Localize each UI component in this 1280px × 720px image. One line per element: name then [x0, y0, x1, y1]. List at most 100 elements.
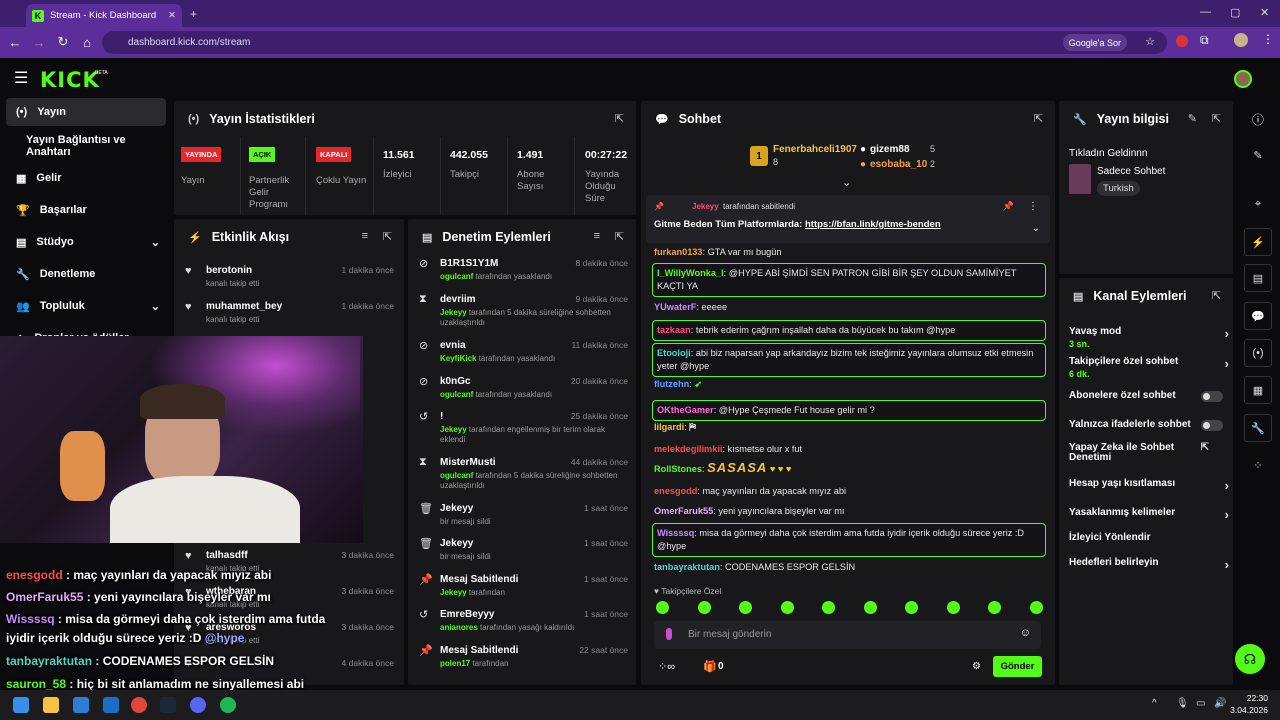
chat-username[interactable]: I_WillyWonka_I [657, 268, 724, 278]
support-headset-icon[interactable]: ☊ [1235, 644, 1265, 674]
chat-input[interactable]: Bir mesaj gönderin ☺ [654, 621, 1041, 649]
chat-username[interactable]: tanbayraktutan [654, 562, 720, 572]
channel-action-item[interactable]: Yalnızca ifadelerle sohbet [1069, 419, 1229, 431]
channel-action-item[interactable]: Abonelere özel sohbet [1069, 390, 1229, 402]
bookmark-star-icon[interactable]: ☆ [1145, 35, 1155, 48]
pinned-link[interactable]: https://bfan.link/gitme-benden [805, 219, 941, 230]
tools-rail-button[interactable]: 🔧 [1244, 414, 1272, 442]
channel-action-item[interactable]: Hedefleri belirleyin › [1069, 557, 1229, 572]
channel-action-item[interactable]: Hesap yaşı kısıtlaması › [1069, 478, 1229, 493]
moderation-target[interactable]: ! [440, 411, 443, 422]
info-icon[interactable]: ⓘ [1252, 111, 1264, 128]
filter-icon[interactable]: ≡ [362, 230, 368, 242]
sidebar-item-gelir[interactable]: ▦ Gelir [6, 164, 166, 192]
profile-avatar[interactable] [1234, 33, 1248, 47]
popout-icon[interactable]: ⇱ [383, 230, 392, 243]
moderator-name[interactable]: Jekeyy [440, 308, 467, 317]
emote-icon[interactable] [656, 601, 669, 614]
moderator-name[interactable]: Jekeyy [440, 425, 467, 434]
top-user-1[interactable]: Fenerbahceli1907 [773, 144, 857, 155]
close-window-icon[interactable]: ✕ [1260, 6, 1269, 19]
chat-username[interactable]: Wissssq [657, 528, 694, 538]
edit-icon[interactable]: ✎ [1188, 112, 1197, 125]
chat-username[interactable]: OKtheGamer [657, 405, 714, 415]
maximize-icon[interactable]: ▢ [1230, 6, 1240, 19]
sidebar-item-studyo[interactable]: ▤ Stüdyo ⌄ [6, 228, 166, 256]
sidebar-item-denetleme[interactable]: 🔧 Denetleme [6, 260, 166, 288]
moderator-name[interactable]: KeyfiKick [440, 354, 476, 363]
new-tab-icon[interactable]: + [190, 7, 197, 21]
popout-icon[interactable]: ⇱ [1034, 112, 1043, 125]
chat-username[interactable]: Etooloji [657, 348, 691, 358]
edit-rail-button[interactable]: ✎ [1244, 141, 1272, 169]
popout-icon[interactable]: ⇱ [615, 112, 624, 125]
channel-points-icon[interactable]: ⁘∞ [658, 660, 675, 673]
activity-user[interactable]: muhammet_bey [206, 301, 282, 312]
browser-tab[interactable]: K Stream - Kick Dashboard ✕ [26, 4, 182, 27]
filter-icon[interactable]: ≡ [594, 230, 600, 242]
moderation-target[interactable]: Jekeyy [440, 503, 473, 514]
moderator-name[interactable]: anianores [440, 623, 478, 632]
home-icon[interactable]: ⌂ [76, 31, 98, 53]
chrome-icon[interactable] [131, 697, 147, 713]
mic-tray-icon[interactable]: 🎙 [1176, 698, 1189, 709]
expand-gifters-icon[interactable]: ⌄ [842, 176, 851, 189]
settings-gear-icon[interactable]: ⚙ [972, 661, 981, 672]
volume-icon[interactable]: 🔊 [1214, 698, 1226, 709]
category-name[interactable]: Sadece Sohbet [1097, 166, 1165, 177]
more-icon[interactable]: ⋮ [1028, 201, 1038, 212]
hamburger-menu-icon[interactable]: ☰ [14, 68, 28, 88]
moderator-name[interactable]: polen17 [440, 659, 470, 668]
chat-username[interactable]: lilgardi [654, 422, 684, 432]
moderation-target[interactable]: devriim [440, 294, 476, 305]
extension-icon[interactable] [1176, 35, 1188, 47]
sidebar-item-stream-key[interactable]: Yayın Bağlantısı ve Anahtarı [6, 132, 166, 160]
emote-icon[interactable] [780, 601, 794, 614]
channel-action-item[interactable]: Yasaklanmış kelimeler › [1069, 507, 1229, 522]
forward-icon[interactable]: → [28, 31, 50, 53]
user-avatar[interactable] [1234, 70, 1252, 88]
chat-username[interactable]: YUwaterF [654, 302, 696, 312]
back-icon[interactable]: ← [4, 31, 26, 53]
network-icon[interactable]: ▭ [1196, 698, 1205, 709]
kick-logo[interactable]: KICK [40, 68, 100, 92]
activity-user[interactable]: berotonin [206, 265, 252, 276]
channel-action-item[interactable]: Yapay Zeka ile Sohbet Denetimi ⇱ [1069, 443, 1209, 463]
sidebar-item-yayin[interactable]: (•) Yayın [6, 98, 166, 126]
popout-icon[interactable]: ⇱ [1212, 112, 1221, 125]
channel-action-item[interactable]: Yavaş mod 3 sn. › [1069, 326, 1229, 349]
url-field[interactable]: dashboard.kick.com/stream Google'a Sor ☆ [102, 31, 1167, 54]
mic-icon[interactable] [666, 628, 672, 640]
activity-user[interactable]: talhasdff [206, 550, 248, 561]
focus-rail-button[interactable]: ⌖ [1244, 190, 1272, 218]
moderation-target[interactable]: Mesaj Sabitlendi [440, 574, 518, 585]
discord-icon[interactable] [190, 697, 206, 713]
windows-start-icon[interactable] [13, 697, 29, 713]
channel-action-item[interactable]: İzleyici Yönlendir [1069, 532, 1229, 543]
chat-username[interactable]: furkan0133 [654, 247, 703, 257]
moderation-target[interactable]: Jekeyy [440, 538, 473, 549]
unpin-icon[interactable]: 📌 [1003, 201, 1014, 212]
extensions-puzzle-icon[interactable]: ⧉ [1200, 33, 1209, 48]
moderation-target[interactable]: evnia [440, 340, 466, 351]
minimize-icon[interactable]: — [1200, 6, 1211, 18]
moderator-name[interactable]: Jekeyy [440, 588, 467, 597]
gift-icon[interactable]: 🎁 [703, 660, 717, 673]
chat-rail-button[interactable]: 💬 [1244, 302, 1272, 330]
emote-icon[interactable] [905, 601, 918, 614]
moderator-name[interactable]: ogulcanf [440, 272, 473, 281]
emote-icon[interactable] [863, 601, 877, 614]
chat-username[interactable]: flutzehn [654, 379, 689, 389]
sidebar-item-topluluk[interactable]: 👥 Topluluk ⌄ [6, 292, 166, 320]
emote-icon[interactable] [946, 601, 960, 614]
chat-username[interactable]: tazkaan [657, 325, 691, 335]
moderation-target[interactable]: MisterMusti [440, 457, 496, 468]
browser-menu-icon[interactable]: ⋮ [1262, 32, 1274, 46]
chat-username[interactable]: RollStones [654, 464, 702, 474]
broadcast-rail-button[interactable]: (•) [1244, 339, 1272, 367]
chat-username[interactable]: OmerFaruk55 [654, 506, 713, 516]
toggle-switch[interactable] [1201, 420, 1223, 431]
store-icon[interactable] [73, 697, 89, 713]
send-button[interactable]: Gönder [993, 656, 1042, 677]
steam-icon[interactable] [160, 697, 176, 713]
